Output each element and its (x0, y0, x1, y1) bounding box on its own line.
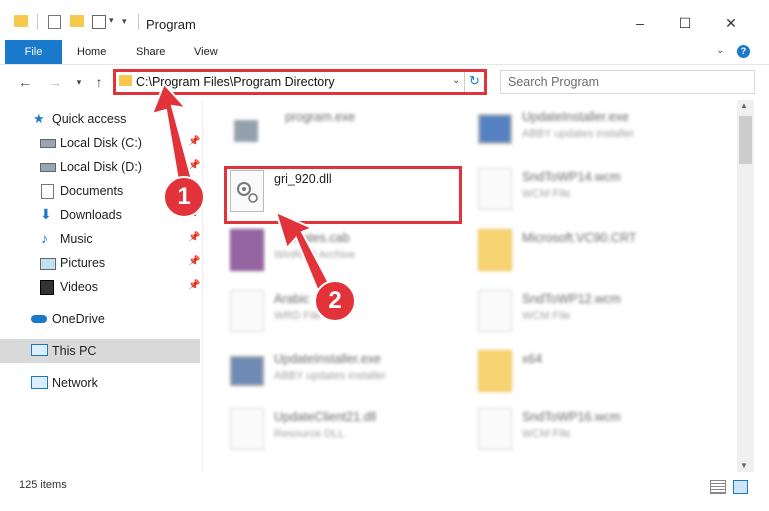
arrow-1 (150, 82, 194, 181)
callout-badge-2: 2 (314, 280, 356, 322)
callout-badge-1: 1 (163, 176, 205, 218)
annotation-arrows (150, 82, 332, 298)
